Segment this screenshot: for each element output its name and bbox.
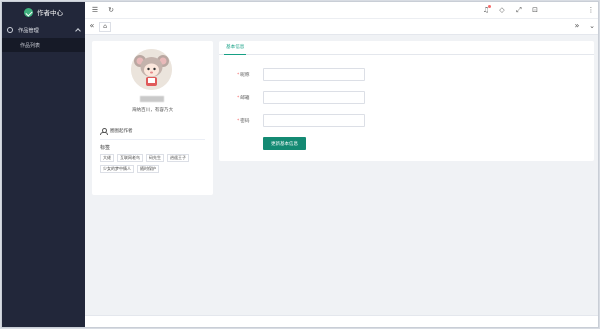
double-chevron-right-icon[interactable]: » [573, 22, 581, 30]
refresh-icon[interactable]: ↻ [107, 6, 115, 14]
logo-icon [24, 7, 33, 17]
works-icon [7, 27, 13, 33]
bell-icon[interactable]: ♫ [482, 5, 491, 14]
tag: 逍遥王子 [167, 154, 189, 162]
tag-icon[interactable]: ◇ [498, 6, 506, 14]
app-window: 作者中心 作品管理 作品列表 ☰ ↻ ♫ ◇ ⤢ ⊡ ⋮ « ⌂ » ⌄ 海纳百… [1, 1, 599, 328]
tag: 码先生 [146, 154, 164, 162]
update-info-button[interactable]: 更新基本信息 [263, 137, 306, 150]
tab-basic-info[interactable]: 基本信息 [224, 41, 247, 55]
tag-list: 大佬 互联网老鸟 码先生 逍遥王子 少女的梦中情人 随时保护 [100, 154, 208, 173]
divider [100, 139, 205, 140]
tabs-bar: « ⌂ » ⌄ [85, 19, 598, 35]
nickname-row: *昵称 [237, 68, 365, 81]
more-vertical-icon[interactable]: ⋮ [587, 6, 595, 14]
lock-icon[interactable]: ⊡ [531, 6, 539, 14]
basic-info-card: 基本信息 *昵称 *邮箱 *密码 更新基本信息 [219, 41, 594, 161]
chevron-down-icon[interactable]: ⌄ [588, 22, 596, 30]
nickname-label: *昵称 [237, 72, 250, 78]
sidebar-group-label: 作品管理 [18, 27, 39, 34]
password-label: *密码 [237, 118, 250, 124]
sidebar-item-label: 作品列表 [20, 42, 41, 49]
tags-title: 标签 [100, 145, 111, 151]
sidebar-group-works[interactable]: 作品管理 [2, 22, 85, 38]
person-icon [100, 128, 108, 135]
author-name-blurred [140, 96, 164, 102]
fullscreen-icon[interactable]: ⤢ [515, 6, 523, 14]
menu-icon[interactable]: ☰ [91, 6, 99, 14]
tag: 互联网老鸟 [117, 154, 143, 162]
author-role: 圈图起作者 [100, 128, 133, 135]
app-title: 作者中心 [37, 9, 63, 17]
tab-home[interactable]: ⌂ [99, 22, 111, 32]
top-bar: ☰ ↻ ♫ ◇ ⤢ ⊡ ⋮ [85, 2, 598, 19]
nickname-field[interactable] [263, 68, 365, 81]
password-row: *密码 [237, 114, 365, 127]
author-role-label: 圈图起作者 [110, 129, 133, 134]
tag: 随时保护 [137, 165, 159, 173]
email-field[interactable] [263, 91, 365, 104]
double-chevron-left-icon[interactable]: « [88, 22, 96, 30]
email-row: *邮箱 [237, 91, 365, 104]
sidebar-item-works-list[interactable]: 作品列表 [2, 38, 85, 52]
profile-card: 海纳百川，有容乃大 圈图起作者 标签 大佬 互联网老鸟 码先生 逍遥王子 少女的… [92, 41, 213, 195]
password-field[interactable] [263, 114, 365, 127]
logo: 作者中心 [2, 2, 85, 22]
footer-bar [85, 315, 598, 327]
home-icon: ⌂ [103, 23, 107, 30]
sidebar: 作者中心 作品管理 作品列表 [2, 2, 85, 327]
author-bio: 海纳百川，有容乃大 [131, 108, 174, 113]
chevron-up-icon [75, 28, 81, 34]
email-label: *邮箱 [237, 95, 250, 101]
tag: 少女的梦中情人 [100, 165, 134, 173]
notification-dot [488, 5, 491, 8]
avatar [131, 49, 172, 90]
avatar-image [131, 49, 172, 90]
form-tabs: 基本信息 [219, 41, 594, 55]
tag: 大佬 [100, 154, 114, 162]
